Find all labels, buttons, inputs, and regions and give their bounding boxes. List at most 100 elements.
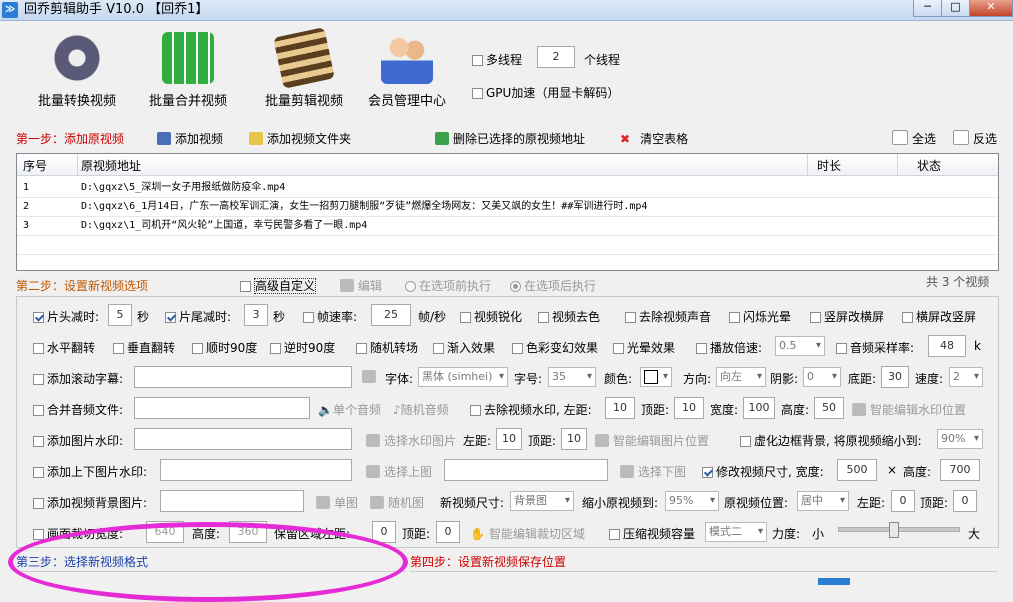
sample-rate-checkbox[interactable]: 音频采样率: [836,339,914,356]
random-transition-checkbox[interactable]: 随机转场 [356,339,418,356]
smart-image-button[interactable]: 智能编辑图片位置 [595,432,709,449]
choose-top-image-button[interactable]: 选择上图 [366,463,432,480]
compress-slider[interactable] [838,522,960,538]
exec-before-radio[interactable]: 在选项前执行 [405,277,491,294]
add-folder-button[interactable]: 添加视频文件夹 [249,130,351,147]
crop-top-input[interactable]: 0 [436,521,460,543]
resize-height-input[interactable]: 700 [940,459,980,481]
table-row[interactable]: 3 D:\gqxz\1_司机开“风火轮”上国道，幸亏民警多看了一眼.mp4 [17,216,998,236]
updown-image-checkbox[interactable]: 添加上下图片水印: [33,463,147,480]
advanced-custom-checkbox[interactable]: 高级自定义 [240,277,317,294]
wm-top-input[interactable]: 10 [674,397,704,419]
pos-left-input[interactable]: 0 [891,490,915,512]
invert-select-button[interactable]: 反选 [953,130,997,147]
fps-checkbox[interactable]: 帧速率: [303,308,357,325]
v2h-checkbox[interactable]: 竖屏改横屏 [810,308,884,325]
blur-scale-select[interactable]: 90% [937,429,983,449]
subtitle-edit-icon[interactable] [362,370,380,384]
shrink-select[interactable]: 95% [665,491,719,511]
bg-image-input[interactable] [160,490,304,512]
minimize-button[interactable]: ─ [913,0,942,17]
bg-image-checkbox[interactable]: 添加视频背景图片: [33,494,147,511]
save-path-button[interactable] [818,578,850,585]
color-picker[interactable] [640,367,672,387]
compress-mode-select[interactable]: 模式二 [705,522,767,542]
smart-crop-button[interactable]: ✋ 智能编辑裁切区域 [470,525,585,542]
tail-cut-input[interactable]: 3 [244,304,268,326]
edit-button[interactable]: 编辑 [340,277,382,294]
multi-thread-checkbox[interactable]: 多线程 [472,51,522,68]
new-size-select[interactable]: 背景图 [510,491,574,511]
batch-convert-button[interactable]: 批量转换视频 [22,32,132,109]
compress-checkbox[interactable]: 压缩视频容量 [609,525,695,542]
speed-select[interactable]: 0.5 [775,336,825,356]
choose-bottom-image-button[interactable]: 选择下图 [620,463,686,480]
maximize-button[interactable]: □ [941,0,970,17]
img-left-input[interactable]: 10 [496,428,522,450]
decolor-checkbox[interactable]: 视频去色 [538,308,600,325]
hflip-checkbox[interactable]: 水平翻转 [33,339,95,356]
wm-height-input[interactable]: 50 [814,397,844,419]
image-watermark-input[interactable] [134,428,352,450]
cw90-checkbox[interactable]: 顺时90度 [192,339,257,356]
updown-image-input[interactable] [160,459,352,481]
wm-left-input[interactable]: 10 [605,397,635,419]
single-image-button[interactable]: 单图 [316,494,358,511]
slider-thumb[interactable] [889,522,899,538]
flash-checkbox[interactable]: 闪烁光晕 [729,308,791,325]
blur-bg-checkbox[interactable]: 虚化边框背景, 将原视频缩小到: [740,432,922,449]
single-audio-button[interactable]: 🔈单个音频 [318,401,381,418]
close-button[interactable]: ✕ [969,0,1013,17]
select-all-button[interactable]: 全选 [892,130,936,147]
exec-after-radio[interactable]: 在选项后执行 [510,277,596,294]
table-row[interactable]: 1 D:\gqxz\5_深圳一女子用报纸做防疫伞.mp4 [17,178,998,198]
delete-selected-button[interactable]: 删除已选择的原视频地址 [435,130,585,147]
h2v-checkbox[interactable]: 横屏改竖屏 [902,308,976,325]
scroll-speed-select[interactable]: 2 [949,367,983,387]
sample-rate-input[interactable]: 48 [928,335,966,357]
wm-width-input[interactable]: 100 [743,397,775,419]
direction-select[interactable]: 向左 [716,367,766,387]
mute-checkbox[interactable]: 去除视频声音 [625,308,711,325]
batch-edit-button[interactable]: 批量剪辑视频 [249,27,359,109]
resize-width-input[interactable]: 500 [837,459,877,481]
halo-checkbox[interactable]: 光晕效果 [613,339,675,356]
color-fx-checkbox[interactable]: 色彩变幻效果 [512,339,598,356]
thread-count-input[interactable]: 2 [537,46,575,68]
merge-audio-input[interactable] [134,397,310,419]
fade-in-checkbox[interactable]: 渐入效果 [433,339,495,356]
scroll-subtitle-checkbox[interactable]: 添加滚动字幕: [33,370,123,387]
gpu-accel-checkbox[interactable]: GPU加速（用显卡解码） [472,84,619,101]
vflip-checkbox[interactable]: 垂直翻转 [113,339,175,356]
random-image-button[interactable]: 随机图 [370,494,424,511]
speed-checkbox[interactable]: 播放倍速: [696,339,762,356]
fps-input[interactable]: 25 [371,304,411,326]
position-select[interactable]: 居中 [797,491,849,511]
smart-watermark-button[interactable]: 智能编辑水印位置 [852,401,966,418]
font-select[interactable]: 黑体 (simhei) [418,367,508,387]
ccw90-checkbox[interactable]: 逆时90度 [270,339,335,356]
bottom-input[interactable]: 30 [881,366,909,388]
table-row[interactable]: 2 D:\gqxz\6_1月14日，广东一高校军训汇演，女生一招剪刀腿制服“歹徒”… [17,197,998,217]
clear-table-button[interactable]: ✖ 清空表格 [620,130,688,147]
random-audio-button[interactable]: ♪随机音频 [393,401,449,418]
img-top-input[interactable]: 10 [561,428,587,450]
choose-watermark-button[interactable]: 选择水印图片 [366,432,456,449]
pos-top-input[interactable]: 0 [953,490,977,512]
head-cut-checkbox[interactable]: 片头减时: [33,308,99,325]
bottom-image-input[interactable] [444,459,608,481]
add-video-button[interactable]: 添加视频 [157,130,223,147]
size-select[interactable]: 35 [548,367,596,387]
resize-checkbox[interactable]: 修改视频尺寸, 宽度: [702,463,824,480]
scroll-subtitle-input[interactable] [134,366,352,388]
remove-watermark-checkbox[interactable]: 去除视频水印, 左距: [470,401,592,418]
shadow-select[interactable]: 0 [803,367,841,387]
video-table[interactable]: 序号 原视频地址 时长 状态 1 D:\gqxz\5_深圳一女子用报纸做防疫伞.m… [16,153,999,271]
merge-audio-checkbox[interactable]: 合并音频文件: [33,401,123,418]
image-watermark-checkbox[interactable]: 添加图片水印: [33,432,123,449]
member-center-button[interactable]: 会员管理中心 [352,32,462,109]
tail-cut-checkbox[interactable]: 片尾减时: [165,308,231,325]
head-cut-input[interactable]: 5 [108,304,132,326]
sharpen-checkbox[interactable]: 视频锐化 [460,308,522,325]
batch-merge-button[interactable]: 批量合并视频 [133,32,243,109]
